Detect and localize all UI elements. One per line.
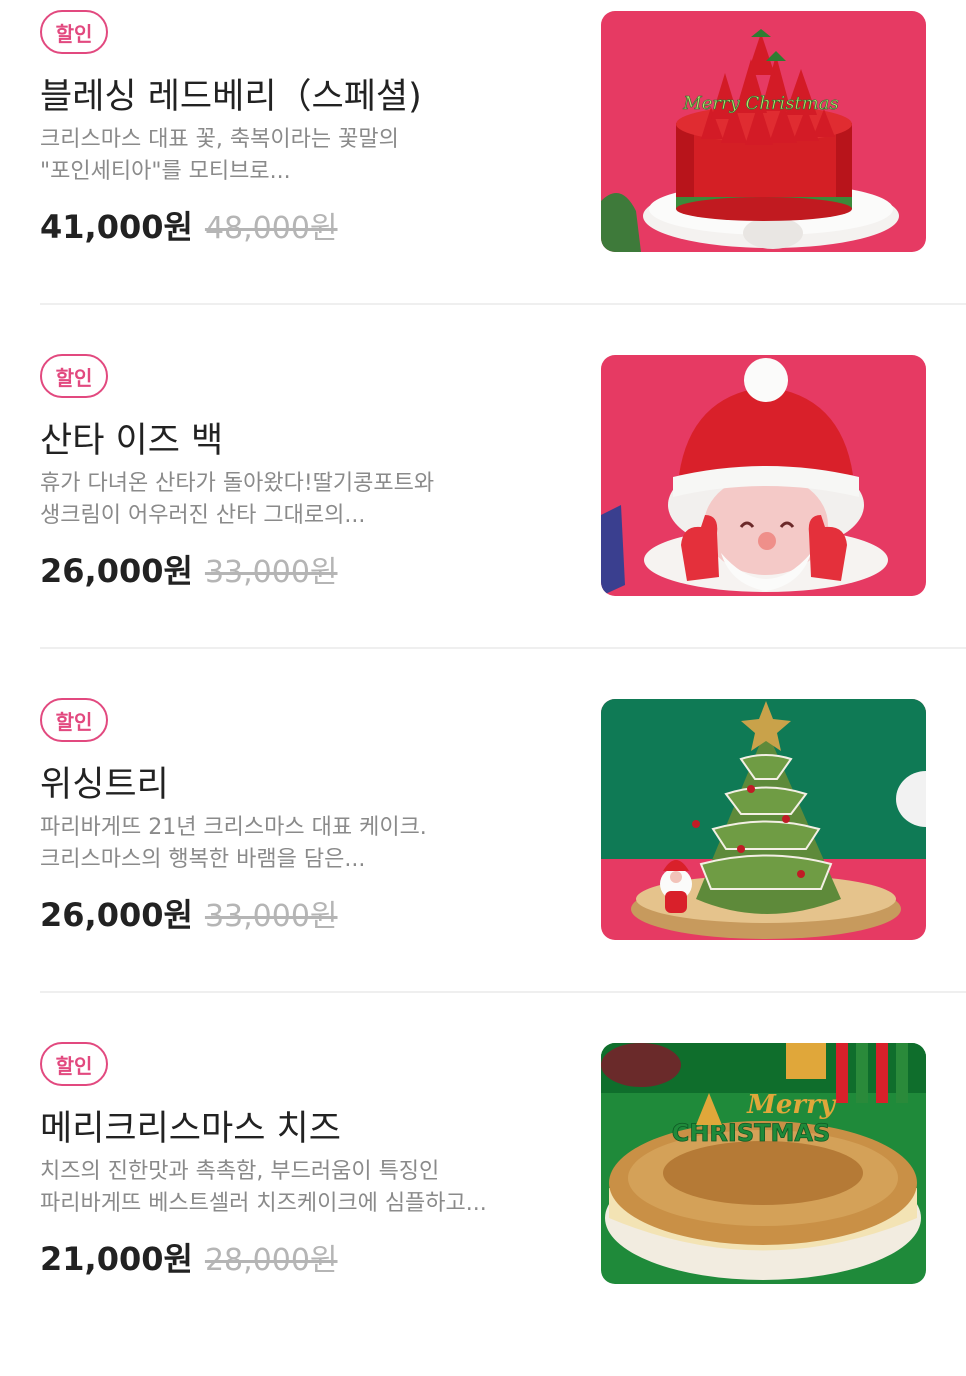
original-price: 33,000원 — [204, 555, 338, 590]
sale-price: 26,000원 — [40, 896, 193, 934]
product-item[interactable]: 할인 메리크리스마스 치즈 치즈의 진한맛과 촉촉함, 부드러움이 특징인 파리… — [0, 1032, 966, 1376]
product-description: 치즈의 진한맛과 촉촉함, 부드러움이 특징인 파리바게뜨 베스트셀러 치즈케이… — [40, 1156, 580, 1220]
product-description: 휴가 다녀온 산타가 돌아왔다!딸기콩포트와 생크림이 어우러진 산타 그대로의… — [40, 468, 580, 532]
cheesecake-image[interactable]: Merry CHRISTMAS — [601, 1043, 926, 1284]
sale-price: 26,000원 — [40, 552, 193, 590]
description-line: 치즈의 진한맛과 촉촉함, 부드러움이 특징인 — [40, 1159, 440, 1184]
description-line: "포인세티아"를 모티브로... — [40, 159, 291, 184]
divider — [40, 303, 966, 305]
tree-cake-image[interactable] — [601, 699, 926, 940]
divider — [40, 991, 966, 993]
cake-topper-text: Merry Christmas — [682, 93, 838, 114]
product-description: 파리바게뜨 21년 크리스마스 대표 케이크. 크리스마스의 행복한 바램을 담… — [40, 812, 580, 876]
price-row: 26,000원 33,000원 — [40, 890, 338, 936]
original-price: 48,000원 — [204, 211, 338, 246]
product-item[interactable]: 할인 산타 이즈 백 휴가 다녀온 산타가 돌아왔다!딸기콩포트와 생크림이 어… — [0, 344, 966, 688]
original-price: 33,000원 — [204, 899, 338, 934]
product-description: 크리스마스 대표 꽃, 축복이라는 꽃말의 "포인세티아"를 모티브로... — [40, 124, 580, 188]
cake-topper-text: CHRISTMAS — [672, 1119, 831, 1147]
santa-cake-image[interactable] — [601, 355, 926, 596]
description-line: 크리스마스의 행복한 바램을 담은... — [40, 847, 366, 872]
product-title[interactable]: 블레싱 레드베리（스페셜) — [40, 68, 422, 119]
description-line: 파리바게뜨 21년 크리스마스 대표 케이크. — [40, 815, 427, 840]
price-row: 41,000원 48,000원 — [40, 202, 338, 248]
description-line: 크리스마스 대표 꽃, 축복이라는 꽃말의 — [40, 127, 399, 152]
discount-badge: 할인 — [40, 698, 108, 742]
description-line: 생크림이 어우러진 산타 그대로의... — [40, 503, 366, 528]
product-item[interactable]: 할인 블레싱 레드베리（스페셜) 크리스마스 대표 꽃, 축복이라는 꽃말의 "… — [0, 0, 966, 344]
discount-badge: 할인 — [40, 354, 108, 398]
cake-topper-text: Merry — [746, 1090, 837, 1120]
product-list: 할인 블레싱 레드베리（스페셜) 크리스마스 대표 꽃, 축복이라는 꽃말의 "… — [0, 0, 966, 1304]
sale-price: 41,000원 — [40, 208, 193, 246]
price-row: 21,000원 28,000원 — [40, 1234, 338, 1280]
strawberry-cake-image[interactable]: Merry Christmas — [601, 11, 926, 252]
description-line: 휴가 다녀온 산타가 돌아왔다!딸기콩포트와 — [40, 471, 435, 496]
product-item[interactable]: 할인 위싱트리 파리바게뜨 21년 크리스마스 대표 케이크. 크리스마스의 행… — [0, 688, 966, 1032]
sale-price: 21,000원 — [40, 1240, 193, 1278]
product-title[interactable]: 메리크리스마스 치즈 — [40, 1100, 341, 1151]
discount-badge: 할인 — [40, 10, 108, 54]
price-row: 26,000원 33,000원 — [40, 546, 338, 592]
description-line: 파리바게뜨 베스트셀러 치즈케이크에 심플하고... — [40, 1191, 487, 1216]
discount-badge: 할인 — [40, 1042, 108, 1086]
divider — [40, 647, 966, 649]
product-title[interactable]: 위싱트리 — [40, 756, 169, 807]
original-price: 28,000원 — [204, 1243, 338, 1278]
product-title[interactable]: 산타 이즈 백 — [40, 412, 223, 463]
